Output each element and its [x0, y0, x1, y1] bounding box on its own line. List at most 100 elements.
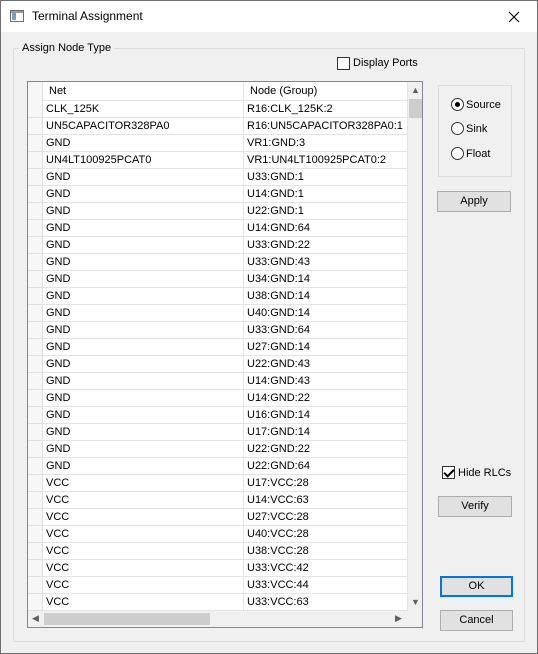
table-row[interactable]: GND U14:GND:43 — [28, 373, 408, 390]
node-group-cell[interactable]: U16:GND:14 — [244, 407, 408, 424]
net-cell[interactable]: VCC — [43, 509, 244, 526]
net-cell[interactable]: GND — [43, 135, 244, 152]
table-row[interactable]: GND U22:GND:64 — [28, 458, 408, 475]
node-group-cell[interactable]: R16:UN5CAPACITOR328PA0:1 — [244, 118, 408, 135]
node-group-cell[interactable]: U33:GND:1 — [244, 169, 408, 186]
net-cell[interactable]: GND — [43, 271, 244, 288]
horizontal-scroll-thumb[interactable] — [44, 613, 210, 625]
row-header[interactable] — [28, 186, 43, 203]
row-header[interactable] — [28, 373, 43, 390]
table-row[interactable]: GND U14:GND:22 — [28, 390, 408, 407]
table-row[interactable]: GND U17:GND:14 — [28, 424, 408, 441]
hide-rlcs-checkbox[interactable] — [442, 466, 455, 479]
node-group-cell[interactable]: U22:GND:1 — [244, 203, 408, 220]
table-row[interactable]: GND U14:GND:64 — [28, 220, 408, 237]
net-cell[interactable]: VCC — [43, 526, 244, 543]
close-button[interactable] — [491, 1, 537, 32]
table-row[interactable]: GND VR1:GND:3 — [28, 135, 408, 152]
node-group-cell[interactable]: U33:VCC:63 — [244, 594, 408, 611]
table-row[interactable]: GND U22:GND:43 — [28, 356, 408, 373]
net-cell[interactable]: GND — [43, 169, 244, 186]
table-row[interactable]: GND U33:GND:43 — [28, 254, 408, 271]
node-group-cell[interactable]: U38:VCC:28 — [244, 543, 408, 560]
table-row[interactable]: VCC U40:VCC:28 — [28, 526, 408, 543]
row-header[interactable] — [28, 424, 43, 441]
net-cell[interactable]: VCC — [43, 560, 244, 577]
row-header[interactable] — [28, 305, 43, 322]
net-cell[interactable]: GND — [43, 288, 244, 305]
net-cell[interactable]: UN4LT100925PCAT0 — [43, 152, 244, 169]
scroll-right-icon[interactable]: ▶ — [395, 614, 402, 623]
net-cell[interactable]: GND — [43, 441, 244, 458]
table-row[interactable]: GND U16:GND:14 — [28, 407, 408, 424]
table-row[interactable]: VCC U33:VCC:63 — [28, 594, 408, 611]
net-cell[interactable]: GND — [43, 458, 244, 475]
radio-sink[interactable] — [451, 122, 464, 135]
node-group-cell[interactable]: U33:GND:64 — [244, 322, 408, 339]
table-row[interactable]: GND U40:GND:14 — [28, 305, 408, 322]
node-group-cell[interactable]: VR1:UN4LT100925PCAT0:2 — [244, 152, 408, 169]
net-cell[interactable]: GND — [43, 373, 244, 390]
row-header[interactable] — [28, 475, 43, 492]
node-group-cell[interactable]: U27:GND:14 — [244, 339, 408, 356]
cancel-button[interactable]: Cancel — [440, 610, 513, 631]
row-header[interactable] — [28, 169, 43, 186]
net-cell[interactable]: VCC — [43, 594, 244, 611]
row-header[interactable] — [28, 492, 43, 509]
table-row[interactable]: UN5CAPACITOR328PA0 R16:UN5CAPACITOR328PA0… — [28, 118, 408, 135]
net-cell[interactable]: GND — [43, 305, 244, 322]
table-row[interactable]: VCC U38:VCC:28 — [28, 543, 408, 560]
vertical-scrollbar[interactable]: ▲ ▼ — [408, 82, 422, 611]
net-cell[interactable]: VCC — [43, 492, 244, 509]
column-header-net[interactable]: Net — [43, 82, 244, 101]
horizontal-scrollbar[interactable]: ◀ ▶ — [28, 611, 408, 627]
row-header[interactable] — [28, 390, 43, 407]
table-row[interactable]: GND U22:GND:1 — [28, 203, 408, 220]
row-header[interactable] — [28, 220, 43, 237]
node-group-cell[interactable]: U14:GND:22 — [244, 390, 408, 407]
node-group-cell[interactable]: U14:GND:64 — [244, 220, 408, 237]
net-cell[interactable]: GND — [43, 254, 244, 271]
row-header[interactable] — [28, 560, 43, 577]
table-row[interactable]: GND U33:GND:1 — [28, 169, 408, 186]
scroll-down-icon[interactable]: ▼ — [411, 598, 420, 607]
node-group-cell[interactable]: U40:GND:14 — [244, 305, 408, 322]
node-group-cell[interactable]: U17:VCC:28 — [244, 475, 408, 492]
radio-float[interactable] — [451, 147, 464, 160]
table-row[interactable]: VCC U14:VCC:63 — [28, 492, 408, 509]
table-row[interactable]: VCC U33:VCC:42 — [28, 560, 408, 577]
radio-source[interactable] — [451, 98, 464, 111]
row-header[interactable] — [28, 135, 43, 152]
display-ports-checkbox[interactable] — [337, 57, 350, 70]
table-row[interactable]: GND U27:GND:14 — [28, 339, 408, 356]
table-row[interactable]: GND U14:GND:1 — [28, 186, 408, 203]
vertical-scroll-thumb[interactable] — [409, 99, 422, 118]
row-header[interactable] — [28, 237, 43, 254]
node-group-cell[interactable]: U33:GND:22 — [244, 237, 408, 254]
table-row[interactable]: GND U34:GND:14 — [28, 271, 408, 288]
row-header[interactable] — [28, 254, 43, 271]
node-group-cell[interactable]: VR1:GND:3 — [244, 135, 408, 152]
scroll-left-icon[interactable]: ◀ — [32, 614, 39, 623]
row-header[interactable] — [28, 288, 43, 305]
table-row[interactable]: VCC U33:VCC:44 — [28, 577, 408, 594]
row-header[interactable] — [28, 152, 43, 169]
node-group-cell[interactable]: U34:GND:14 — [244, 271, 408, 288]
net-cell[interactable]: GND — [43, 390, 244, 407]
row-header[interactable] — [28, 271, 43, 288]
row-header[interactable] — [28, 526, 43, 543]
table-row[interactable]: UN4LT100925PCAT0 VR1:UN4LT100925PCAT0:2 — [28, 152, 408, 169]
node-group-cell[interactable]: U27:VCC:28 — [244, 509, 408, 526]
net-cell[interactable]: GND — [43, 237, 244, 254]
table-row[interactable]: CLK_125K R16:CLK_125K:2 — [28, 101, 408, 118]
row-header[interactable] — [28, 407, 43, 424]
table-row[interactable]: GND U38:GND:14 — [28, 288, 408, 305]
node-group-cell[interactable]: U22:GND:64 — [244, 458, 408, 475]
row-header[interactable] — [28, 577, 43, 594]
net-cell[interactable]: GND — [43, 220, 244, 237]
table-row[interactable]: GND U33:GND:64 — [28, 322, 408, 339]
net-cell[interactable]: VCC — [43, 577, 244, 594]
net-cell[interactable]: GND — [43, 322, 244, 339]
node-group-cell[interactable]: U33:VCC:42 — [244, 560, 408, 577]
net-cell[interactable]: GND — [43, 424, 244, 441]
